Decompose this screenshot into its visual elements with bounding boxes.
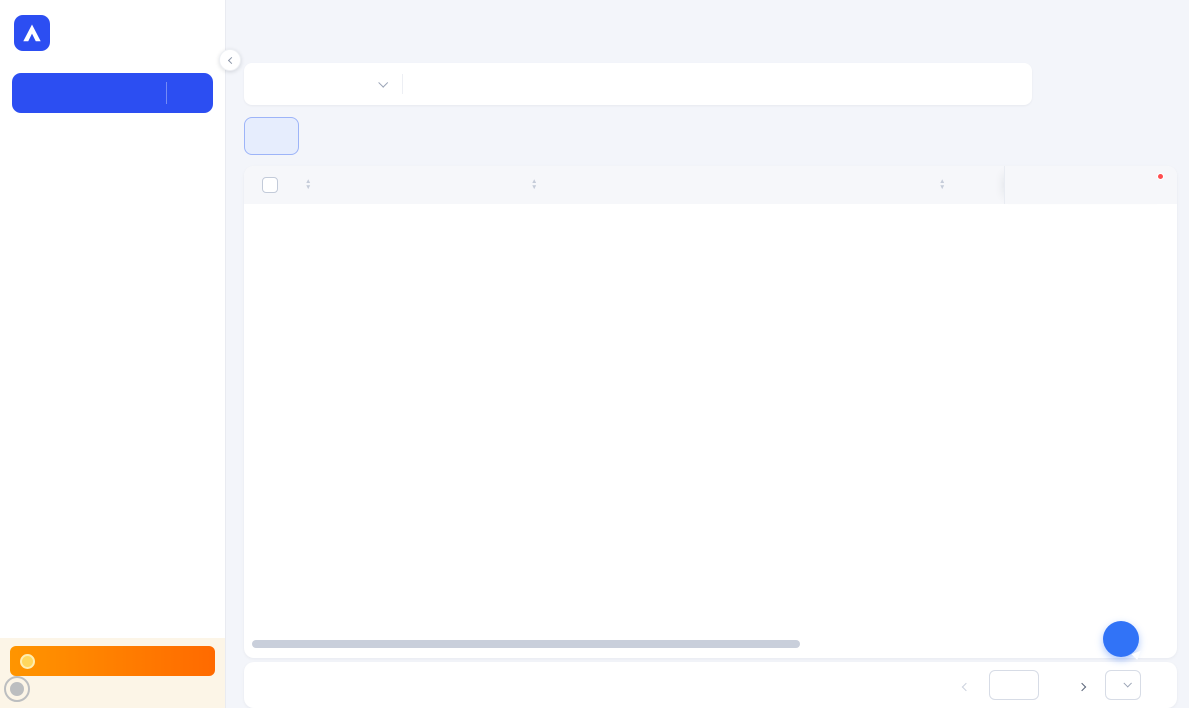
next-page-button[interactable] [1079,678,1085,693]
sort-icon[interactable]: ▲▼ [531,179,537,191]
environments-table: ▲▼ ▲▼ ▲▼ [244,166,1177,658]
column-header-note[interactable]: ▲▼ [922,166,1004,204]
headset-icon [1112,630,1131,649]
logo [0,0,225,51]
filter-sliders-icon[interactable] [998,75,1016,93]
column-header-group [406,166,506,204]
search-input[interactable] [449,75,990,93]
batch-open-button[interactable] [244,117,299,155]
notification-dot [1157,173,1164,180]
sort-icon[interactable]: ▲▼ [305,179,311,191]
pagination [244,662,1177,708]
column-header-id[interactable]: ▲▼ [288,166,406,204]
plus-icon[interactable] [167,83,213,103]
toolbar-left [244,117,299,155]
group-filter-dropdown[interactable] [244,63,402,105]
table-header: ▲▼ ▲▼ ▲▼ [244,166,1177,204]
main-content: ▲▼ ▲▼ ▲▼ [227,0,1189,708]
page-size-select[interactable] [1105,670,1141,700]
adspower-logo-icon [14,15,50,51]
promo-banner[interactable] [10,646,215,676]
chevron-down-icon [1123,679,1131,687]
page-input[interactable] [989,670,1039,700]
sidebar-collapse-button[interactable] [219,49,241,71]
new-browser-button[interactable] [12,73,213,113]
window-icon [260,128,276,144]
adspower-app: ▲▼ ▲▼ ▲▼ [0,0,1189,708]
column-header-platform [704,166,922,204]
column-header-action [1004,166,1177,204]
support-float-button[interactable] [1103,621,1139,657]
sidebar-bottom [0,638,225,708]
column-header-name[interactable]: ▲▼ [506,166,704,204]
sort-icon[interactable]: ▲▼ [939,179,945,191]
toolbar [244,114,1177,158]
sidebar [0,0,226,708]
divider [402,74,403,94]
coin-icon [20,654,35,669]
select-all-checkbox[interactable] [262,177,278,193]
search-icon [421,75,439,93]
chevron-left-icon [227,56,234,63]
horizontal-scrollbar[interactable] [252,640,800,648]
prev-page-button[interactable] [963,678,969,693]
search-bar [244,63,1032,105]
column-settings-icon[interactable] [1143,177,1159,193]
chevron-down-icon [378,77,388,87]
